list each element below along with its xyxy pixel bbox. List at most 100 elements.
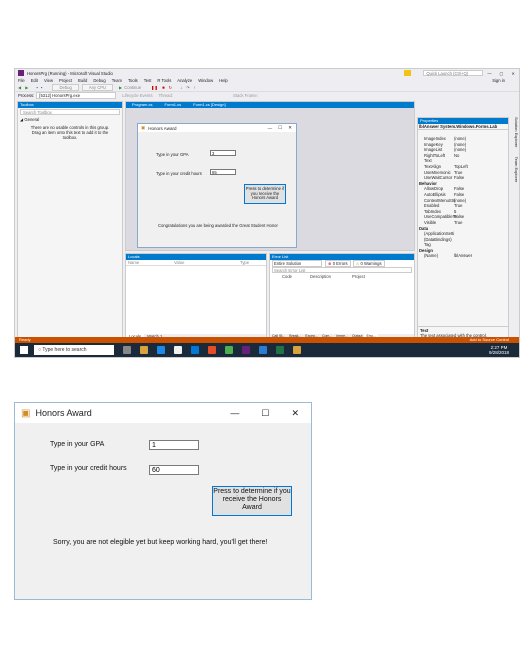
menu-rtools[interactable]: R Tools [157,78,171,83]
toolbox-panel: Toolbox Search Toolbox ◢ General There a… [17,101,123,341]
menu-window[interactable]: Window [198,78,213,83]
word-icon[interactable] [259,346,267,354]
firefox-icon[interactable] [208,346,216,354]
toolbox-general-group[interactable]: ◢ General [18,116,122,123]
small-gpa-label: Type in your GPA [156,152,189,157]
determine-honors-button[interactable]: Press to determine if you receive the Ho… [212,486,292,516]
tab-program[interactable]: Program.cs [126,102,158,108]
task-view-icon[interactable] [123,346,131,354]
file-explorer-icon[interactable] [140,346,148,354]
form-app-icon: ▣ [21,407,31,419]
locals-col-name[interactable]: Name [126,260,174,265]
debug-location-bar: Process: [5312] HonorsPrg.exe Lifecycle … [15,92,519,99]
small-minimize-icon[interactable]: — [268,126,273,131]
maximize-icon[interactable]: ▢ [500,71,504,76]
toolbox-empty-message: There are no usable controls in this gro… [30,125,110,140]
gpa-input[interactable]: 1 [149,440,199,450]
locals-col-value[interactable]: Value [174,260,240,265]
form-close-button[interactable]: ✕ [291,408,299,419]
solution-explorer-tab[interactable]: Solution Explorer [514,117,519,147]
honors-award-form: ▣ Honors Award — ☐ ✕ Type in your GPA 1 … [14,402,312,600]
menu-tools[interactable]: Tools [128,78,138,83]
chrome-icon[interactable] [225,346,233,354]
side-tabs: Solution Explorer Team Explorer [511,117,519,237]
property-row[interactable]: (Name) lblAnswer [418,253,508,259]
taskbar-clock[interactable]: 2:27 PM 9/28/2018 [489,345,509,355]
locals-panel: Locals Name Value Type Locals Watch 1 [125,253,267,341]
error-col-code[interactable]: Code [270,274,296,280]
property-value[interactable]: lblAnswer [454,253,472,259]
property-value[interactable]: True [454,220,462,226]
locals-columns: Name Value Type [126,260,266,266]
form-maximize-button[interactable]: ☐ [261,408,269,419]
taskbar-search-box[interactable]: ○ Type here to search [34,345,114,355]
property-value[interactable]: No [454,153,459,159]
small-gpa-input[interactable]: 3 [210,150,236,156]
continue-icon[interactable]: ▶ [119,85,122,90]
property-value[interactable]: False [454,175,464,181]
menu-help[interactable]: Help [219,78,228,83]
error-list-columns: Code Description Project [270,274,414,280]
errors-filter[interactable]: ⊗ 0 Errors [325,260,351,267]
error-scope-select[interactable]: Entire Solution [272,260,322,267]
config-select[interactable]: Debug [52,84,79,91]
lifecycle-events[interactable]: Lifecycle Events [122,93,152,98]
close-icon[interactable]: ✕ [511,71,515,76]
save-icon[interactable]: ▪ [36,85,38,90]
menu-test[interactable]: Test [144,78,152,83]
error-col-description[interactable]: Description [296,274,336,280]
pause-icon[interactable]: ❚❚ [151,85,158,90]
small-maximize-icon[interactable]: ☐ [278,125,282,131]
small-form-icon: ▣ [141,125,146,130]
visual-studio-taskbar-icon[interactable] [242,346,250,354]
error-col-project[interactable]: Project [336,274,365,280]
forward-icon[interactable]: ▶ [25,85,28,90]
menu-project[interactable]: Project [59,78,72,83]
tab-form1-design[interactable]: Form1.cs [Design] [187,102,231,108]
locals-col-type[interactable]: Type [240,260,249,265]
menu-debug[interactable]: Debug [93,78,105,83]
menu-file[interactable]: File [18,78,25,83]
credit-hours-input[interactable]: 60 [149,465,199,475]
filter-icon[interactable] [404,70,412,76]
windows-start-icon[interactable] [20,346,28,354]
team-explorer-tab[interactable]: Team Explorer [514,157,519,183]
platform-select[interactable]: Any CPU [81,84,114,91]
menu-analyze[interactable]: Analyze [177,78,192,83]
error-list-search[interactable]: Search Error List [272,267,412,273]
back-icon[interactable]: ◀ [18,85,21,90]
minimize-icon[interactable]: — [487,71,491,76]
store-icon[interactable] [174,346,182,354]
toolbox-search[interactable]: Search Toolbox [20,109,120,115]
small-close-icon[interactable]: ✕ [288,125,292,131]
stop-icon[interactable]: ■ [162,85,165,90]
quick-launch-input[interactable]: Quick Launch (Ctrl+Q) [423,70,484,76]
menu-view[interactable]: View [44,78,53,83]
warnings-filter[interactable]: ⚠ 0 Warnings [352,260,385,267]
step-over-icon[interactable]: ↷ [186,85,190,90]
menu-team[interactable]: Team [112,78,122,83]
taskbar-date: 9/28/2018 [488,350,509,355]
small-honors-form: ▣ Honors Award — ☐ ✕ Type in your GPA 3 … [137,123,297,248]
windows-taskbar: ○ Type here to search 2:27 PM 9/28/2018 [15,343,519,357]
warnings-count: 0 Warnings [360,261,382,266]
mail-icon[interactable] [191,346,199,354]
restart-icon[interactable]: ↻ [169,85,173,90]
form-minimize-button[interactable]: — [230,408,239,418]
process-select[interactable]: [5312] HonorsPrg.exe [36,92,117,99]
sign-in-link[interactable]: Sign in [492,78,505,83]
save-all-icon[interactable]: ▪ [41,85,43,90]
small-hours-input[interactable]: 65 [210,169,236,175]
vs-logo-icon [18,70,24,76]
folder-icon[interactable] [293,346,301,354]
tab-form1[interactable]: Form1.cs [158,102,187,108]
step-out-icon[interactable]: ↑ [194,85,196,90]
thread-label: Thread: [158,93,173,98]
edge-icon[interactable] [157,346,165,354]
small-determine-button[interactable]: Press to determine if you receive the Ho… [244,184,286,204]
step-into-icon[interactable]: ↓ [180,85,182,90]
menu-edit[interactable]: Edit [31,78,38,83]
menu-build[interactable]: Build [78,78,87,83]
continue-button[interactable]: Continue [124,85,141,90]
excel-icon[interactable] [276,346,284,354]
